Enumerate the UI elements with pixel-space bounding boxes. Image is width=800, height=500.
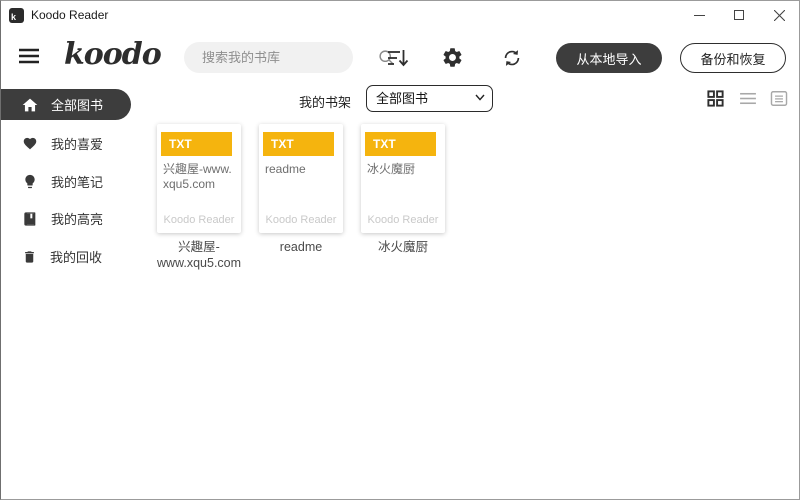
sidebar-item-favorites[interactable]: 我的喜爱 bbox=[1, 128, 103, 159]
search-box bbox=[184, 42, 353, 73]
minimize-button[interactable] bbox=[679, 1, 719, 29]
book-card[interactable]: TXT readme Koodo Reader bbox=[259, 124, 343, 233]
cover-watermark: Koodo Reader bbox=[361, 214, 445, 226]
sidebar-item-label: 全部图书 bbox=[51, 95, 103, 114]
book-caption: 冰火魔厨 bbox=[355, 239, 451, 255]
format-badge: TXT bbox=[161, 132, 232, 156]
import-button[interactable]: 从本地导入 bbox=[556, 43, 662, 73]
lightbulb-icon bbox=[22, 173, 38, 190]
app-window: k Koodo Reader koodo bbox=[0, 0, 800, 500]
maximize-button[interactable] bbox=[719, 1, 759, 29]
app-icon: k bbox=[9, 8, 24, 23]
close-icon bbox=[774, 10, 785, 21]
gear-icon bbox=[441, 46, 464, 69]
home-icon bbox=[22, 97, 38, 113]
book-card[interactable]: TXT 兴趣屋-www.xqu5.com Koodo Reader bbox=[157, 124, 241, 233]
hamburger-icon bbox=[19, 48, 39, 64]
book-icon bbox=[22, 211, 38, 227]
sidebar-item-all-books[interactable]: 全部图书 bbox=[1, 89, 131, 120]
sync-button[interactable] bbox=[501, 47, 523, 69]
book-card[interactable]: TXT 冰火魔厨 Koodo Reader bbox=[361, 124, 445, 233]
close-button[interactable] bbox=[759, 1, 799, 29]
window-title: Koodo Reader bbox=[31, 8, 108, 22]
view-mode-list-button[interactable] bbox=[738, 89, 758, 108]
book-cover-title: readme bbox=[265, 162, 338, 177]
sidebar-item-notes[interactable]: 我的笔记 bbox=[1, 166, 103, 197]
sort-icon bbox=[387, 48, 409, 68]
settings-button[interactable] bbox=[441, 46, 464, 69]
format-badge: TXT bbox=[365, 132, 436, 156]
sidebar-item-highlights[interactable]: 我的高亮 bbox=[1, 203, 103, 234]
book-caption: readme bbox=[253, 239, 349, 255]
shelf-select[interactable]: 全部图书 bbox=[366, 85, 493, 112]
book-cell: TXT 冰火魔厨 Koodo Reader 冰火魔厨 bbox=[355, 124, 451, 255]
card-view-icon bbox=[769, 89, 789, 108]
book-cover-title: 兴趣屋-www.xqu5.com bbox=[163, 162, 236, 192]
shelf-select-wrap: 全部图书 bbox=[366, 85, 493, 112]
sort-button[interactable] bbox=[387, 48, 409, 68]
book-cover-title: 冰火魔厨 bbox=[367, 162, 440, 177]
view-mode-grid-button[interactable] bbox=[706, 89, 725, 108]
grid-view-icon bbox=[706, 89, 725, 108]
window-controls bbox=[679, 1, 799, 29]
shelf-label: 我的书架 bbox=[299, 92, 351, 111]
view-mode-card-button[interactable] bbox=[769, 89, 789, 108]
sidebar-item-label: 我的高亮 bbox=[51, 209, 103, 228]
titlebar: k Koodo Reader bbox=[1, 1, 799, 29]
sidebar-item-label: 我的喜爱 bbox=[51, 134, 103, 153]
book-cell: TXT 兴趣屋-www.xqu5.com Koodo Reader 兴趣屋-ww… bbox=[151, 124, 247, 271]
backup-restore-button[interactable]: 备份和恢复 bbox=[680, 43, 786, 73]
hamburger-menu-button[interactable] bbox=[19, 48, 39, 64]
sidebar-item-label: 我的笔记 bbox=[51, 172, 103, 191]
minimize-icon bbox=[694, 10, 705, 21]
list-view-icon bbox=[738, 89, 758, 108]
book-cell: TXT readme Koodo Reader readme bbox=[253, 124, 349, 255]
cover-watermark: Koodo Reader bbox=[157, 214, 241, 226]
cover-watermark: Koodo Reader bbox=[259, 214, 343, 226]
sidebar-item-trash[interactable]: 我的回收 bbox=[1, 241, 102, 272]
heart-icon bbox=[22, 136, 38, 151]
refresh-icon bbox=[501, 47, 523, 69]
book-caption: 兴趣屋-www.xqu5.com bbox=[151, 239, 247, 271]
trash-icon bbox=[22, 249, 37, 265]
search-input[interactable] bbox=[184, 50, 378, 65]
format-badge: TXT bbox=[263, 132, 334, 156]
app-logo: koodo bbox=[64, 37, 161, 72]
maximize-icon bbox=[734, 10, 744, 20]
sidebar-item-label: 我的回收 bbox=[50, 247, 102, 266]
